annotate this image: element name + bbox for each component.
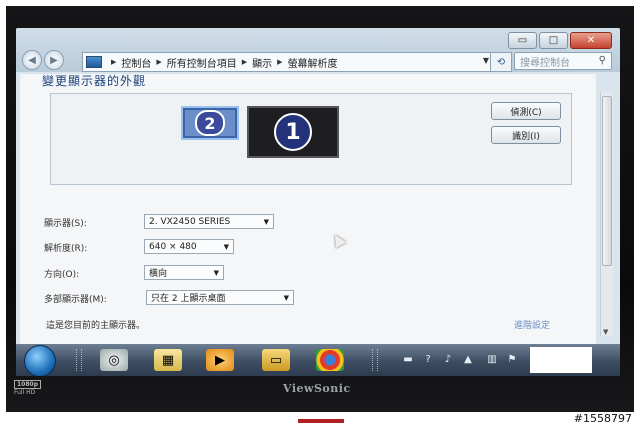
orientation-select-value: 橫向 xyxy=(149,269,168,279)
chevron-down-icon: ▼ xyxy=(213,269,219,277)
monitor-2-badge: 2 xyxy=(195,110,225,136)
search-icon[interactable]: ⚲ xyxy=(599,55,606,66)
scroll-down-icon[interactable]: ▼ xyxy=(603,328,608,336)
monitor-screen: ▭ □ ✕ ◀ ▶ ▶ 控制台 ▶ 所有控制台項目 ▶ 顯示 ▶ 螢幕解析度 ▼ xyxy=(16,28,620,376)
maximize-icon: □ xyxy=(548,34,559,46)
breadcrumb-all-items[interactable]: 所有控制台項目 xyxy=(167,55,237,70)
monitor-1-badge: 1 xyxy=(274,113,312,151)
orientation-label: 方向(O): xyxy=(44,270,80,280)
minimize-icon: ▭ xyxy=(517,34,528,46)
show-hidden-icon[interactable]: ▲ xyxy=(462,353,474,365)
forward-arrow-icon: ▶ xyxy=(50,54,58,66)
orientation-select[interactable]: 橫向 ▼ xyxy=(144,265,224,280)
chrome-icon[interactable] xyxy=(316,349,344,371)
chevron-down-icon: ▼ xyxy=(283,294,289,302)
start-orb-icon[interactable] xyxy=(24,345,56,376)
search-input[interactable]: 搜尋控制台 ⚲ xyxy=(514,52,612,70)
refresh-button[interactable]: ⟲ xyxy=(490,52,512,72)
media-center-icon[interactable]: ◎ xyxy=(100,349,128,371)
red-caption-bar xyxy=(298,419,344,423)
taskbar: ◎ ▦ ▶ ▭ ▬ ? ♪ ▲ ▥ ⚑ xyxy=(16,344,620,376)
breadcrumb-chevron-icon: ▶ xyxy=(111,58,117,66)
tray-grip xyxy=(372,349,378,371)
breadcrumb-chevron-icon: ▶ xyxy=(277,58,283,66)
multi-display-select[interactable]: 只在 2 上顯示桌面 ▼ xyxy=(146,290,294,305)
address-bar[interactable]: ▶ 控制台 ▶ 所有控制台項目 ▶ 顯示 ▶ 螢幕解析度 ▼ xyxy=(82,52,494,72)
clock-area[interactable] xyxy=(530,347,592,373)
hd-badge: 1080p xyxy=(14,380,41,389)
detect-button[interactable]: 偵測(C) xyxy=(491,102,561,120)
window-titlebar: ▭ □ ✕ ◀ ▶ ▶ 控制台 ▶ 所有控制台項目 ▶ 顯示 ▶ 螢幕解析度 ▼ xyxy=(16,28,620,72)
media-player-icon[interactable]: ▶ xyxy=(206,349,234,371)
resolution-select-value: 640 × 480 xyxy=(149,241,197,252)
search-placeholder: 搜尋控制台 xyxy=(520,57,570,69)
breadcrumb-display[interactable]: 顯示 xyxy=(252,55,272,70)
back-button[interactable]: ◀ xyxy=(22,50,42,70)
window-controls: ▭ □ ✕ xyxy=(506,32,612,49)
back-arrow-icon: ◀ xyxy=(28,54,36,66)
close-button[interactable]: ✕ xyxy=(570,32,612,49)
network-icon[interactable]: ▥ xyxy=(486,353,498,365)
identify-button[interactable]: 識別(I) xyxy=(491,126,561,144)
display-select-value: 2. VX2450 SERIES xyxy=(149,216,231,227)
maximize-button[interactable]: □ xyxy=(539,32,568,49)
close-icon: ✕ xyxy=(586,34,596,46)
multi-display-select-value: 只在 2 上顯示桌面 xyxy=(151,294,226,304)
mic-icon[interactable]: ♪ xyxy=(442,353,454,365)
folder-icon[interactable]: ▭ xyxy=(262,349,290,371)
refresh-icon: ⟲ xyxy=(496,56,506,68)
address-dropdown-icon[interactable]: ▼ xyxy=(483,56,489,65)
resolution-select[interactable]: 640 × 480 ▼ xyxy=(144,239,234,254)
image-id-watermark: #1558797 xyxy=(573,412,632,425)
page-title: 變更顯示器的外觀 xyxy=(42,74,147,88)
flag-icon[interactable]: ⚑ xyxy=(506,353,518,365)
taskbar-grip xyxy=(76,349,82,371)
full-hd-logo: 1080p Full HD xyxy=(14,380,43,396)
hd-text: Full HD xyxy=(14,389,36,396)
display-label: 顯示器(S): xyxy=(44,219,87,229)
resolution-label: 解析度(R): xyxy=(44,244,88,254)
chevron-down-icon: ▼ xyxy=(263,218,269,226)
secondary-monitor-thumbnail[interactable]: 2 xyxy=(183,108,237,138)
scrollbar-thumb[interactable] xyxy=(602,96,612,266)
breadcrumb-control-panel[interactable]: 控制台 xyxy=(121,55,151,70)
display-select[interactable]: 2. VX2450 SERIES ▼ xyxy=(144,214,274,229)
keyboard-icon[interactable]: ▬ xyxy=(402,353,414,365)
breadcrumb-chevron-icon: ▶ xyxy=(241,58,248,66)
multi-display-label: 多部顯示器(M): xyxy=(44,295,107,305)
primary-display-note: 這是您目前的主顯示器。 xyxy=(46,321,146,331)
primary-monitor-thumbnail[interactable]: 1 xyxy=(247,106,339,158)
control-panel-icon xyxy=(86,56,102,68)
help-icon[interactable]: ? xyxy=(422,353,434,365)
chevron-down-icon: ▼ xyxy=(223,243,229,251)
breadcrumb-screen-resolution[interactable]: 螢幕解析度 xyxy=(288,55,338,70)
monitor-arrangement-panel: 2 1 偵測(C) 識別(I) xyxy=(50,93,572,185)
vertical-scrollbar[interactable]: ▼ xyxy=(600,92,613,336)
forward-button[interactable]: ▶ xyxy=(44,50,64,70)
breadcrumb-chevron-icon: ▶ xyxy=(156,58,162,66)
minimize-button[interactable]: ▭ xyxy=(508,32,537,49)
advanced-settings-link[interactable]: 進階設定 xyxy=(514,318,550,331)
photo-frame: ▭ □ ✕ ◀ ▶ ▶ 控制台 ▶ 所有控制台項目 ▶ 顯示 ▶ 螢幕解析度 ▼ xyxy=(6,6,634,412)
monitor-bezel: ▭ □ ✕ ◀ ▶ ▶ 控制台 ▶ 所有控制台項目 ▶ 顯示 ▶ 螢幕解析度 ▼ xyxy=(6,6,634,412)
brand-logo: ViewSonic xyxy=(283,382,351,395)
file-explorer-icon[interactable]: ▦ xyxy=(154,349,182,371)
